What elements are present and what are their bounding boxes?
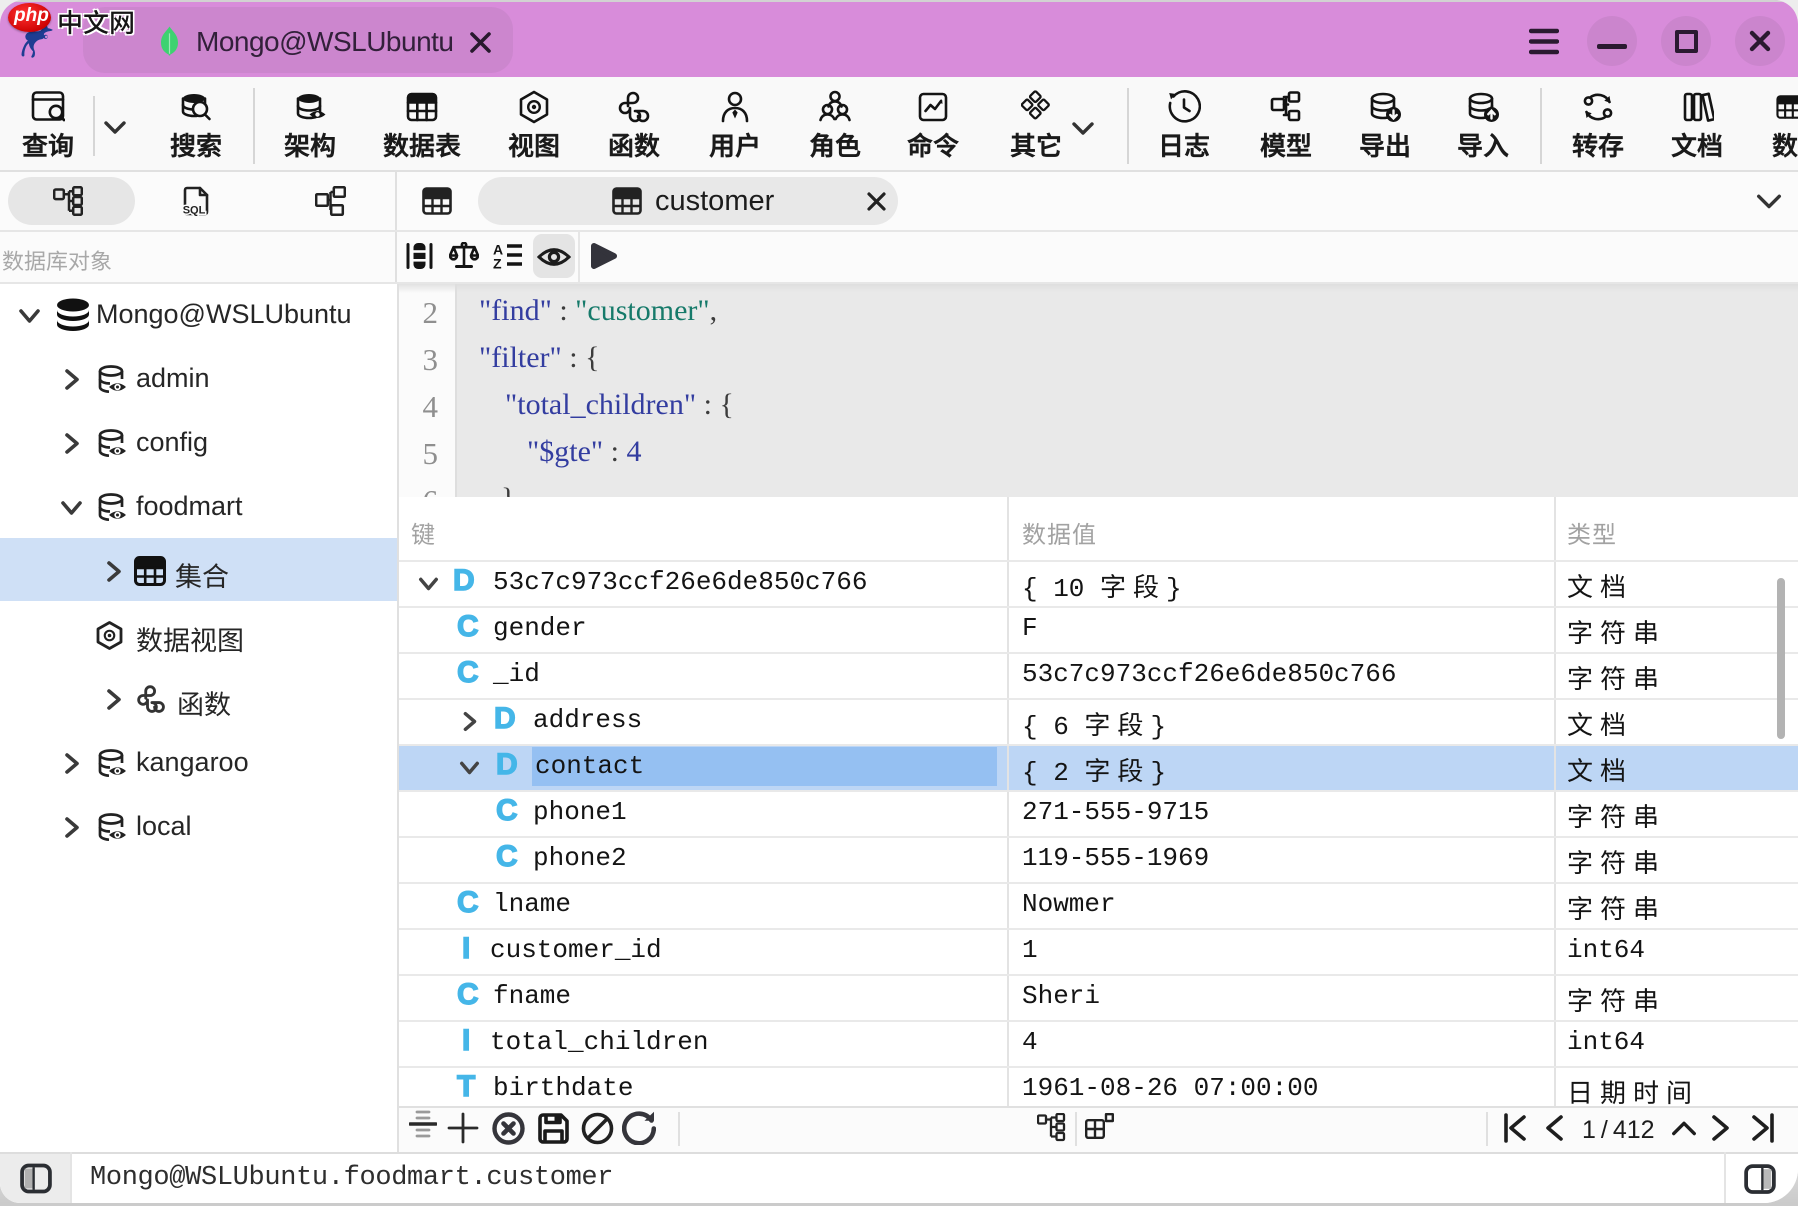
svg-text:Z: Z <box>493 256 502 270</box>
svg-text:SQL: SQL <box>183 205 206 217</box>
